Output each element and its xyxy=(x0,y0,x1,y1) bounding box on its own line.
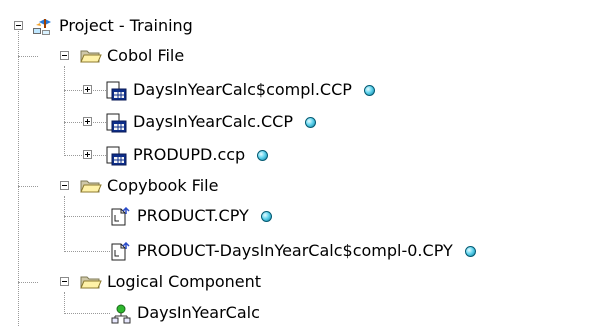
project-icon xyxy=(32,17,54,35)
tree-node-label: DaysInYearCalc.CCP xyxy=(133,112,293,131)
tree-node-folder-copybook-file[interactable]: Copybook File xyxy=(80,174,218,198)
status-indicator-icon xyxy=(257,149,269,161)
cobol-program-icon xyxy=(106,113,128,133)
folder-open-icon xyxy=(80,273,102,291)
tree-node-label: DaysInYearCalc$compl.CCP xyxy=(133,80,352,99)
tree-node-label: Copybook File xyxy=(107,176,219,195)
tree-node-file[interactable]: PRODUPD.ccp xyxy=(106,143,269,167)
folder-open-icon xyxy=(80,47,102,65)
tree-connector xyxy=(64,196,65,252)
cobol-program-icon xyxy=(106,146,128,166)
cobol-program-icon xyxy=(106,81,128,101)
collapse-toggle-copybook-file[interactable] xyxy=(60,181,69,190)
status-indicator-icon xyxy=(304,116,316,128)
tree-node-label: Project - Training xyxy=(59,16,193,35)
tree-connector xyxy=(18,186,38,187)
tree-connector xyxy=(64,66,65,156)
collapse-toggle-logical-component[interactable] xyxy=(60,277,69,286)
tree-node-label: Cobol File xyxy=(107,46,185,65)
tree-node-file[interactable]: PRODUCT-DaysInYearCalc$compl-0.CPY xyxy=(110,239,476,263)
tree-node-file[interactable]: DaysInYearCalc.CCP xyxy=(106,110,316,134)
folder-open-icon xyxy=(80,177,102,195)
copybook-icon xyxy=(110,206,132,226)
status-indicator-icon xyxy=(363,84,375,96)
tree-node-file[interactable]: PRODUCT.CPY xyxy=(110,204,272,228)
tree-node-folder-cobol-file[interactable]: Cobol File xyxy=(80,44,184,68)
tree-connector xyxy=(18,282,38,283)
tree-connector xyxy=(64,313,110,314)
tree-node-component[interactable]: DaysInYearCalc xyxy=(110,301,260,325)
tree-node-label: PRODUCT.CPY xyxy=(137,206,249,225)
expand-toggle-daysinyearcalc-compl[interactable] xyxy=(83,85,92,94)
status-indicator-icon xyxy=(464,245,476,257)
tree-node-folder-logical-component[interactable]: Logical Component xyxy=(80,270,261,294)
collapse-toggle-cobol-file[interactable] xyxy=(60,51,69,60)
tree-connector xyxy=(64,251,110,252)
collapse-toggle-project[interactable] xyxy=(14,21,23,30)
expand-toggle-daysinyearcalc[interactable] xyxy=(83,117,92,126)
tree-connector xyxy=(64,216,110,217)
copybook-icon xyxy=(110,241,132,261)
tree-node-label: PRODUCT-DaysInYearCalc$compl-0.CPY xyxy=(137,241,453,260)
tree-node-label: Logical Component xyxy=(107,272,262,291)
tree-connector xyxy=(18,56,38,57)
tree-node-label: PRODUPD.ccp xyxy=(133,145,246,164)
tree-node-label: DaysInYearCalc xyxy=(137,303,260,322)
status-indicator-icon xyxy=(260,210,272,222)
tree-node-file[interactable]: DaysInYearCalc$compl.CCP xyxy=(106,78,375,102)
logical-component-icon xyxy=(110,304,132,324)
tree-node-project[interactable]: Project - Training xyxy=(32,14,193,38)
tree-connector xyxy=(18,26,19,326)
tree-connector xyxy=(64,292,65,314)
expand-toggle-produpd[interactable] xyxy=(83,150,92,159)
